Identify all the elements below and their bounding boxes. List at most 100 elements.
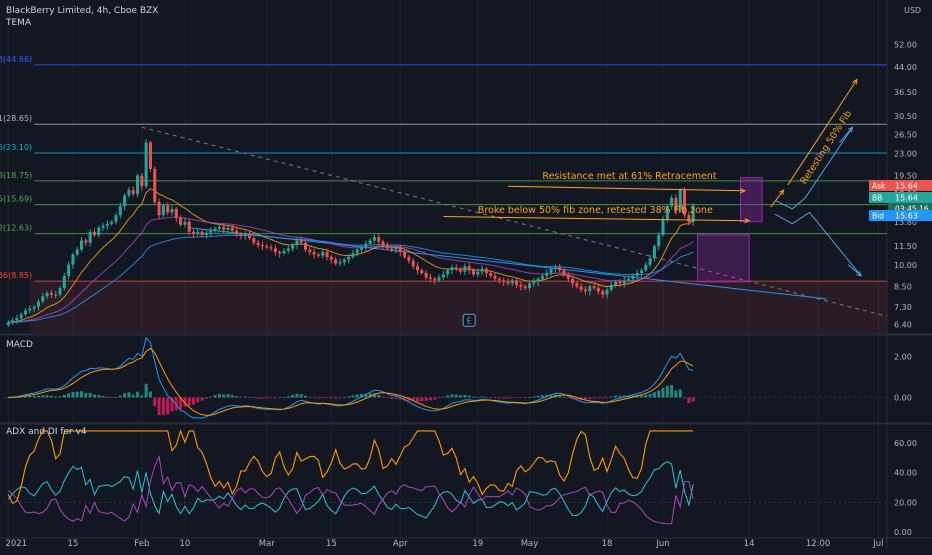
candle-body[interactable] — [609, 284, 613, 290]
candle-body[interactable] — [235, 230, 239, 234]
chart-canvas[interactable]: 1.618(44.66) 1(28.65) 0.786(23.10) 0.618(18… — [0, 0, 932, 550]
candle-body[interactable] — [36, 301, 40, 307]
candle-body[interactable] — [161, 205, 165, 216]
candle-body[interactable] — [497, 278, 501, 281]
candle-body[interactable] — [639, 270, 643, 274]
candle-body[interactable] — [54, 294, 58, 296]
candle-body[interactable] — [661, 219, 665, 235]
candle-body[interactable] — [437, 277, 441, 281]
candle-body[interactable] — [588, 286, 592, 292]
candle-body[interactable] — [433, 278, 437, 281]
candle-body[interactable] — [256, 242, 260, 245]
candle-body[interactable] — [153, 168, 157, 203]
candle-body[interactable] — [338, 262, 342, 264]
candle-body[interactable] — [403, 252, 407, 257]
candle-body[interactable] — [657, 234, 661, 247]
candle-body[interactable] — [278, 252, 282, 254]
candle-body[interactable] — [282, 250, 286, 254]
candle-body[interactable] — [644, 264, 648, 271]
candle-body[interactable] — [390, 248, 394, 250]
candle-body[interactable] — [372, 237, 376, 241]
candle-body[interactable] — [84, 240, 88, 243]
candle-body[interactable] — [484, 268, 488, 274]
candle-body[interactable] — [62, 275, 66, 289]
candle-body[interactable] — [631, 275, 635, 279]
candle-body[interactable] — [540, 275, 544, 279]
candle-body[interactable] — [192, 231, 196, 234]
candle-body[interactable] — [291, 244, 295, 249]
candle-body[interactable] — [545, 273, 549, 276]
candle-body[interactable] — [476, 271, 480, 275]
candle-body[interactable] — [342, 259, 346, 263]
candle-body[interactable] — [519, 284, 523, 287]
candle-body[interactable] — [454, 267, 458, 269]
candle-body[interactable] — [174, 208, 178, 218]
candle-body[interactable] — [179, 217, 183, 225]
candle-body[interactable] — [605, 289, 609, 295]
candle-body[interactable] — [304, 242, 308, 250]
candle-body[interactable] — [260, 244, 264, 247]
candle-body[interactable] — [502, 280, 506, 282]
candle-body[interactable] — [325, 252, 329, 257]
candle-body[interactable] — [204, 232, 208, 235]
candle-body[interactable] — [140, 175, 144, 187]
candle-body[interactable] — [213, 228, 217, 231]
candle-body[interactable] — [187, 221, 191, 232]
candle-body[interactable] — [196, 231, 200, 234]
candle-body[interactable] — [265, 246, 269, 248]
candle-body[interactable] — [295, 240, 299, 245]
candle-body[interactable] — [459, 268, 463, 272]
candle-body[interactable] — [553, 267, 557, 269]
candle-body[interactable] — [273, 248, 277, 253]
candle-body[interactable] — [467, 266, 471, 271]
candle-body[interactable] — [510, 280, 514, 284]
candle-body[interactable] — [618, 281, 622, 284]
candle-body[interactable] — [506, 281, 510, 284]
candle-body[interactable] — [532, 281, 536, 284]
candle-body[interactable] — [635, 273, 639, 276]
price-chart[interactable]: 1.618(44.66) 1(28.65) 0.786(23.10) 0.618(18… — [0, 0, 932, 550]
candle-body[interactable] — [11, 320, 15, 323]
candle-body[interactable] — [312, 252, 316, 255]
candle-body[interactable] — [411, 260, 415, 267]
candle-body[interactable] — [364, 243, 368, 248]
candle-body[interactable] — [571, 278, 575, 284]
candle-body[interactable] — [71, 254, 75, 265]
candle-body[interactable] — [248, 233, 252, 239]
candle-body[interactable] — [49, 292, 53, 295]
candle-body[interactable] — [420, 270, 424, 274]
candle-body[interactable] — [114, 215, 118, 222]
candle-body[interactable] — [157, 202, 161, 216]
candle-body[interactable] — [131, 190, 135, 194]
candle-body[interactable] — [687, 215, 691, 222]
candle-body[interactable] — [347, 256, 351, 260]
candle-body[interactable] — [601, 291, 605, 295]
candle-body[interactable] — [515, 280, 519, 285]
candle-body[interactable] — [41, 296, 45, 302]
candle-body[interactable] — [575, 283, 579, 287]
candle-body[interactable] — [424, 273, 428, 278]
candle-body[interactable] — [428, 277, 432, 279]
candle-body[interactable] — [92, 231, 96, 235]
candle-body[interactable] — [471, 270, 476, 275]
candle-body[interactable] — [80, 240, 84, 250]
candle-body[interactable] — [170, 208, 174, 213]
candle-body[interactable] — [127, 190, 131, 196]
candle-body[interactable] — [144, 142, 148, 187]
candle-body[interactable] — [239, 233, 243, 237]
candle-body[interactable] — [415, 266, 420, 271]
candle-body[interactable] — [489, 273, 493, 276]
candle-body[interactable] — [217, 226, 221, 229]
candle-body[interactable] — [166, 205, 170, 213]
candle-body[interactable] — [527, 283, 532, 289]
candle-body[interactable] — [441, 274, 445, 278]
candle-body[interactable] — [222, 226, 226, 230]
candle-body[interactable] — [493, 275, 497, 279]
candle-body[interactable] — [183, 221, 187, 225]
candle-body[interactable] — [614, 281, 618, 285]
candle-body[interactable] — [463, 266, 467, 272]
candle-body[interactable] — [28, 308, 32, 311]
candle-body[interactable] — [596, 288, 600, 292]
candle-body[interactable] — [88, 231, 92, 243]
candle-body[interactable] — [6, 322, 10, 326]
